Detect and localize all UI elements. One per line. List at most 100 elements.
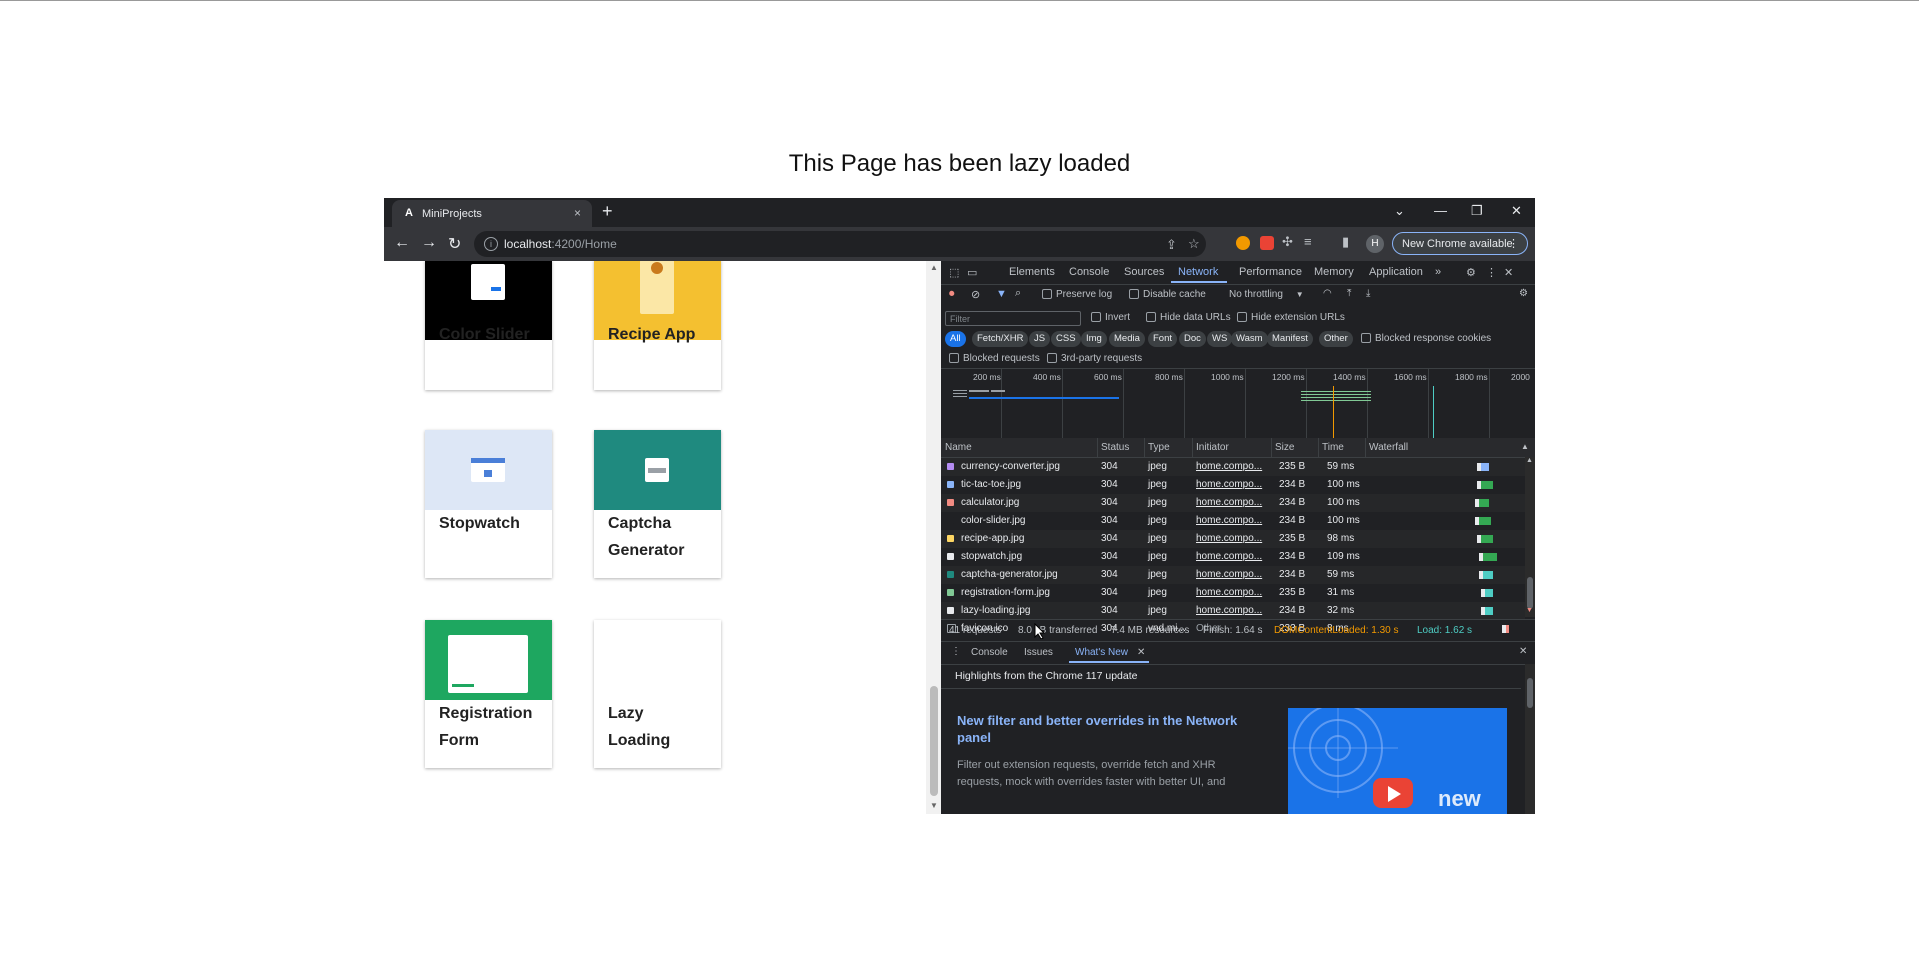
site-info-icon[interactable]: i xyxy=(484,237,498,251)
minimize-icon[interactable]: — xyxy=(1434,203,1447,218)
tab-console[interactable]: Console xyxy=(1069,266,1109,278)
column-type[interactable]: Type xyxy=(1148,442,1170,453)
tab-performance[interactable]: Performance xyxy=(1239,266,1302,278)
extension-icon[interactable] xyxy=(1260,236,1274,250)
requests-scrollbar[interactable]: ▲ ▼ xyxy=(1525,457,1535,617)
devtools-menu-icon[interactable]: ⋮ xyxy=(1486,266,1497,279)
kebab-menu-icon[interactable]: ⋮ xyxy=(1508,233,1519,256)
project-card[interactable]: Registration Form xyxy=(425,620,552,768)
column-size[interactable]: Size xyxy=(1275,442,1294,453)
tab-close-icon[interactable]: × xyxy=(574,206,581,220)
share-icon[interactable]: ⇪ xyxy=(1166,237,1177,253)
tab-application[interactable]: Application xyxy=(1369,266,1423,278)
request-initiator[interactable]: home.compo... xyxy=(1196,587,1262,598)
preserve-log-checkbox[interactable]: Preserve log xyxy=(1042,289,1112,300)
request-initiator[interactable]: home.compo... xyxy=(1196,605,1262,616)
export-har-icon[interactable]: ⤓ xyxy=(1366,288,1370,299)
scrollbar-thumb[interactable] xyxy=(930,686,938,796)
hide-data-urls-checkbox[interactable]: Hide data URLs xyxy=(1146,312,1231,323)
filter-type-fetch-xhr[interactable]: Fetch/XHR xyxy=(972,331,1029,347)
scroll-up-icon[interactable]: ▲ xyxy=(930,263,938,272)
clear-icon[interactable]: ⊘ xyxy=(971,288,980,301)
throttling-select[interactable]: No throttling ▼ xyxy=(1229,289,1304,300)
new-tab-icon[interactable]: + xyxy=(602,201,613,222)
filter-type-media[interactable]: Media xyxy=(1109,331,1145,347)
page-scrollbar[interactable]: ▲ ▼ xyxy=(926,261,942,814)
third-party-requests-checkbox[interactable]: 3rd-party requests xyxy=(1047,353,1142,364)
import-har-icon[interactable]: ⤒ xyxy=(1347,288,1351,299)
back-icon[interactable]: ← xyxy=(394,234,410,252)
window-close-icon[interactable]: ✕ xyxy=(1511,203,1522,219)
video-thumbnail[interactable]: new xyxy=(1288,708,1507,814)
tab-sources[interactable]: Sources xyxy=(1124,266,1164,278)
filter-type-doc[interactable]: Doc xyxy=(1179,331,1206,347)
hide-extension-urls-checkbox[interactable]: Hide extension URLs xyxy=(1237,312,1345,323)
request-initiator[interactable]: home.compo... xyxy=(1196,551,1262,562)
extension-icon[interactable] xyxy=(1236,236,1250,250)
request-initiator[interactable]: home.compo... xyxy=(1196,479,1262,490)
blocked-requests-checkbox[interactable]: Blocked requests xyxy=(949,353,1040,364)
column-initiator[interactable]: Initiator xyxy=(1196,442,1229,453)
table-row[interactable]: recipe-app.jpg 304 jpeg home.compo... 235 B 9… xyxy=(941,530,1525,548)
table-row[interactable]: registration-form.jpg 304 jpeg home.compo..… xyxy=(941,584,1525,602)
filter-icon[interactable]: ▼ xyxy=(996,288,1007,300)
request-initiator[interactable]: home.compo... xyxy=(1196,533,1262,544)
bookmark-star-icon[interactable]: ☆ xyxy=(1188,236,1200,252)
table-row[interactable]: currency-converter.jpg 304 jpeg home.compo.… xyxy=(941,458,1525,476)
request-initiator[interactable]: home.compo... xyxy=(1196,461,1262,472)
request-initiator[interactable]: home.compo... xyxy=(1196,497,1262,508)
table-row[interactable]: lazy-loading.jpg 304 jpeg home.compo... 234 … xyxy=(941,602,1525,620)
request-initiator[interactable]: home.compo... xyxy=(1196,515,1262,526)
address-bar[interactable]: i localhost:4200/Home ⇪ ☆ xyxy=(474,231,1206,257)
filter-type-manifest[interactable]: Manifest xyxy=(1267,331,1313,347)
profile-avatar[interactable]: H xyxy=(1366,235,1384,253)
disable-cache-checkbox[interactable]: Disable cache xyxy=(1129,289,1206,300)
table-row[interactable]: tic-tac-toe.jpg 304 jpeg home.compo... 234 B… xyxy=(941,476,1525,494)
drawer-tab-close-icon[interactable]: ✕ xyxy=(1137,647,1145,658)
column-waterfall[interactable]: Waterfall xyxy=(1369,442,1408,453)
table-row[interactable]: captcha-generator.jpg 304 jpeg home.compo..… xyxy=(941,566,1525,584)
filter-type-wasm[interactable]: Wasm xyxy=(1231,331,1268,347)
project-card[interactable]: Color Slider xyxy=(425,261,552,390)
drawer-menu-icon[interactable]: ⋮ xyxy=(951,646,961,657)
filter-type-js[interactable]: JS xyxy=(1029,331,1051,347)
scrollbar-thumb[interactable] xyxy=(1527,577,1533,609)
scroll-down-icon[interactable]: ▼ xyxy=(930,801,938,810)
tab-memory[interactable]: Memory xyxy=(1314,266,1354,278)
media-control-icon[interactable]: ≡ xyxy=(1304,234,1312,249)
forward-icon[interactable]: → xyxy=(421,234,437,252)
table-row[interactable]: calculator.jpg 304 jpeg home.compo... 234 B 1… xyxy=(941,494,1525,512)
sort-ascending-icon[interactable]: ▲ xyxy=(1521,442,1529,451)
network-overview-timeline[interactable]: 200 ms 400 ms 600 ms 800 ms 1000 ms 1200… xyxy=(941,368,1535,440)
blocked-response-cookies-checkbox[interactable]: Blocked response cookies xyxy=(1361,333,1491,344)
filter-input[interactable]: Filter xyxy=(945,311,1081,326)
article-title-link[interactable]: New filter and better overrides in the N… xyxy=(957,712,1257,746)
filter-type-all[interactable]: All xyxy=(945,331,966,347)
filter-type-other[interactable]: Other xyxy=(1319,331,1353,347)
tab-search-icon[interactable]: ⌄ xyxy=(1394,203,1405,219)
more-tabs-icon[interactable]: » xyxy=(1435,266,1441,278)
search-icon[interactable]: ⌕ xyxy=(1015,287,1021,300)
invert-checkbox[interactable]: Invert xyxy=(1091,312,1130,323)
drawer-scrollbar[interactable] xyxy=(1525,664,1535,814)
scrollbar-thumb[interactable] xyxy=(1527,678,1533,708)
device-toolbar-icon[interactable]: ▭ xyxy=(967,266,977,279)
network-conditions-icon[interactable]: ◠ xyxy=(1323,288,1332,299)
restore-icon[interactable]: ❐ xyxy=(1471,203,1483,219)
record-stop-icon[interactable]: ⏺ xyxy=(949,288,955,301)
inspect-element-icon[interactable]: ⬚ xyxy=(949,266,959,279)
tab-elements[interactable]: Elements xyxy=(1009,266,1055,278)
tab-network[interactable]: Network xyxy=(1178,266,1218,278)
project-card[interactable]: Lazy Loading xyxy=(594,620,721,768)
reload-icon[interactable]: ↻ xyxy=(448,234,461,254)
column-status[interactable]: Status xyxy=(1101,442,1129,453)
drawer-tab-console[interactable]: Console xyxy=(971,647,1008,658)
table-row[interactable]: color-slider.jpg 304 jpeg home.compo... 234 … xyxy=(941,512,1525,530)
column-time[interactable]: Time xyxy=(1322,442,1344,453)
drawer-tab-whats-new[interactable]: What's New xyxy=(1075,647,1128,658)
project-card[interactable]: Captcha Generator xyxy=(594,430,721,578)
filter-type-font[interactable]: Font xyxy=(1148,331,1178,347)
network-settings-icon[interactable]: ⚙ xyxy=(1519,288,1528,299)
filter-type-img[interactable]: Img xyxy=(1081,331,1107,347)
project-card[interactable]: Recipe App xyxy=(594,261,721,390)
